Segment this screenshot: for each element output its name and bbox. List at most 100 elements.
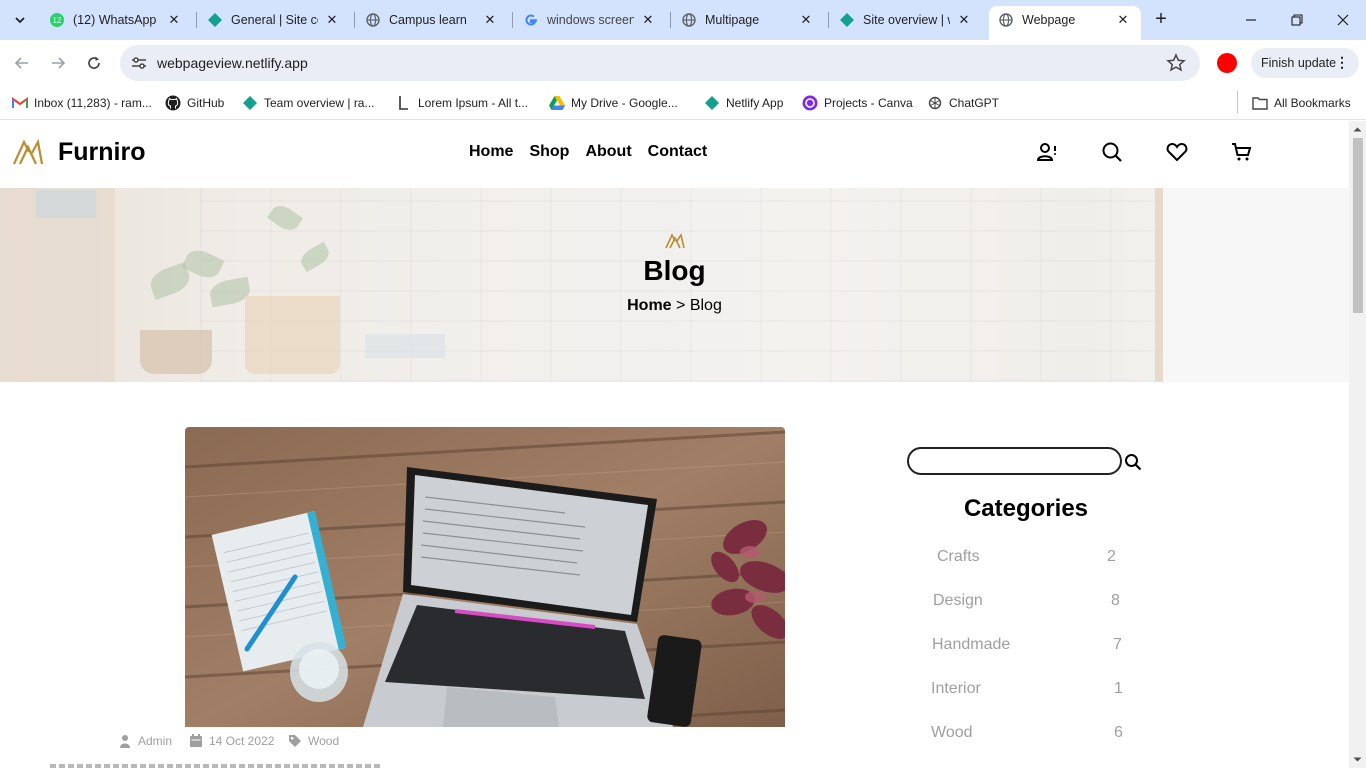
back-button[interactable]: [10, 51, 34, 75]
more-vertical-icon: ⋮: [1335, 54, 1349, 70]
all-bookmarks-button[interactable]: All Bookmarks: [1252, 93, 1351, 113]
globe-icon: [682, 13, 696, 27]
bookmark-label: Inbox (11,283) - ram...: [34, 96, 152, 110]
netlify-icon: [208, 13, 222, 27]
url-text[interactable]: webpageview.netlify.app: [157, 55, 308, 71]
tab-title: General | Site co: [231, 13, 318, 27]
nav-about[interactable]: About: [585, 143, 631, 161]
close-icon[interactable]: ✕: [166, 12, 182, 28]
tab-campus-learn[interactable]: Campus learn ✕: [356, 6, 508, 34]
site-info-icon[interactable]: [130, 54, 148, 72]
post-author-name: Admin: [138, 734, 173, 748]
browser-toolbar: webpageview.netlify.app: [0, 40, 1366, 86]
close-icon[interactable]: ✕: [640, 12, 656, 28]
category-interior[interactable]: Interior: [931, 680, 981, 700]
forward-button[interactable]: [46, 51, 70, 75]
google-drive-icon: [549, 95, 565, 111]
brand-name[interactable]: Furniro: [58, 138, 146, 167]
netlify-icon: [704, 95, 720, 111]
tab-title: Campus learn: [389, 13, 467, 27]
github-icon: [165, 95, 181, 111]
globe-icon: [366, 13, 380, 27]
close-icon[interactable]: ✕: [798, 12, 814, 28]
gmail-icon: [12, 95, 28, 111]
netlify-icon: [840, 13, 854, 27]
tab-windows-screens[interactable]: windows screens ✕: [514, 6, 666, 34]
arrow-right-icon: [52, 57, 66, 69]
restore-button[interactable]: [1274, 0, 1320, 40]
bookmark-star-icon[interactable]: [1166, 53, 1186, 73]
search-icon[interactable]: [1100, 140, 1124, 164]
canva-icon: [802, 95, 818, 111]
bookmark-github[interactable]: GitHub: [165, 93, 224, 113]
tab-title: windows screens: [547, 13, 634, 27]
bookmark-netlify-app[interactable]: Netlify App: [704, 93, 783, 113]
category-count: 8: [1111, 592, 1120, 609]
category-crafts[interactable]: Crafts: [937, 548, 980, 568]
tab-strip: 12 (12) WhatsApp ✕ General | Site co ✕ C…: [0, 0, 1366, 40]
post-author: Admin: [118, 733, 172, 749]
bookmark-lorem-ipsum[interactable]: Lorem Ipsum - All t...: [396, 93, 528, 113]
address-bar[interactable]: webpageview.netlify.app: [120, 45, 1200, 81]
folder-icon: [1252, 95, 1268, 111]
furniro-logo-icon[interactable]: [13, 139, 43, 165]
category-count: 7: [1113, 636, 1122, 653]
tab-general-site[interactable]: General | Site co ✕: [198, 6, 350, 34]
bookmarks-bar: Inbox (11,283) - ram... GitHub Team over…: [0, 86, 1366, 120]
page-title: Blog: [643, 255, 706, 286]
bookmark-label: All Bookmarks: [1274, 96, 1351, 110]
finish-update-button[interactable]: Finish update ⋮: [1251, 48, 1359, 78]
close-icon[interactable]: ✕: [1115, 12, 1131, 28]
bookmark-google-drive[interactable]: My Drive - Google...: [549, 93, 678, 113]
nav-shop[interactable]: Shop: [529, 143, 569, 161]
main-nav: Home Shop About Contact: [469, 143, 723, 161]
user-icon: [120, 735, 130, 748]
post-title-partial: [50, 764, 380, 768]
blog-post-image[interactable]: [185, 427, 785, 727]
category-handmade[interactable]: Handmade: [932, 636, 1010, 656]
heart-icon[interactable]: [1165, 140, 1189, 164]
profile-avatar[interactable]: [1217, 53, 1237, 73]
search-icon[interactable]: [1124, 453, 1142, 471]
tab-multipage[interactable]: Multipage ✕: [672, 6, 824, 34]
page-scrollbar[interactable]: [1349, 121, 1366, 768]
scroll-up-icon[interactable]: [1353, 125, 1362, 134]
scroll-down-icon[interactable]: [1353, 755, 1362, 764]
reload-button[interactable]: [82, 51, 106, 75]
category-count: 6: [1114, 724, 1123, 741]
netlify-icon: [242, 95, 258, 111]
bookmark-label: My Drive - Google...: [571, 96, 678, 110]
tab-title: Multipage: [705, 13, 760, 27]
blog-search-input[interactable]: [907, 447, 1122, 475]
scroll-thumb[interactable]: [1353, 138, 1363, 313]
bookmark-canva[interactable]: Projects - Canva: [802, 93, 913, 113]
post-date: 14 Oct 2022: [189, 733, 274, 749]
chevron-down-icon: [15, 17, 25, 24]
nav-home[interactable]: Home: [469, 143, 513, 161]
restore-icon: [1291, 14, 1303, 26]
tab-search-button[interactable]: [8, 8, 32, 32]
bookmark-team-overview[interactable]: Team overview | ra...: [242, 93, 374, 113]
close-icon[interactable]: ✕: [324, 12, 340, 28]
bookmark-gmail[interactable]: Inbox (11,283) - ram...: [12, 93, 152, 113]
user-account-icon[interactable]: [1035, 140, 1059, 164]
tab-webpage-active[interactable]: Webpage ✕: [989, 6, 1141, 40]
site-header: Furniro Home Shop About Contact: [0, 121, 1349, 188]
tab-title: Site overview | w: [863, 13, 950, 27]
close-window-button[interactable]: [1320, 0, 1366, 40]
bookmark-chatgpt[interactable]: ChatGPT: [927, 93, 999, 113]
nav-contact[interactable]: Contact: [648, 143, 708, 161]
close-icon[interactable]: ✕: [482, 12, 498, 28]
new-tab-button[interactable]: +: [1150, 9, 1172, 31]
category-wood[interactable]: Wood: [931, 724, 973, 744]
calendar-icon: [190, 734, 202, 747]
tab-site-overview[interactable]: Site overview | w ✕: [830, 6, 982, 34]
post-date-text: 14 Oct 2022: [209, 734, 275, 748]
tab-whatsapp[interactable]: 12 (12) WhatsApp ✕: [40, 6, 192, 34]
breadcrumb: Home > Blog: [0, 297, 1349, 315]
close-icon[interactable]: ✕: [956, 12, 972, 28]
minimize-button[interactable]: [1228, 0, 1274, 40]
breadcrumb-home[interactable]: Home: [627, 297, 671, 314]
cart-icon[interactable]: [1230, 140, 1254, 164]
category-design[interactable]: Design: [933, 592, 983, 612]
